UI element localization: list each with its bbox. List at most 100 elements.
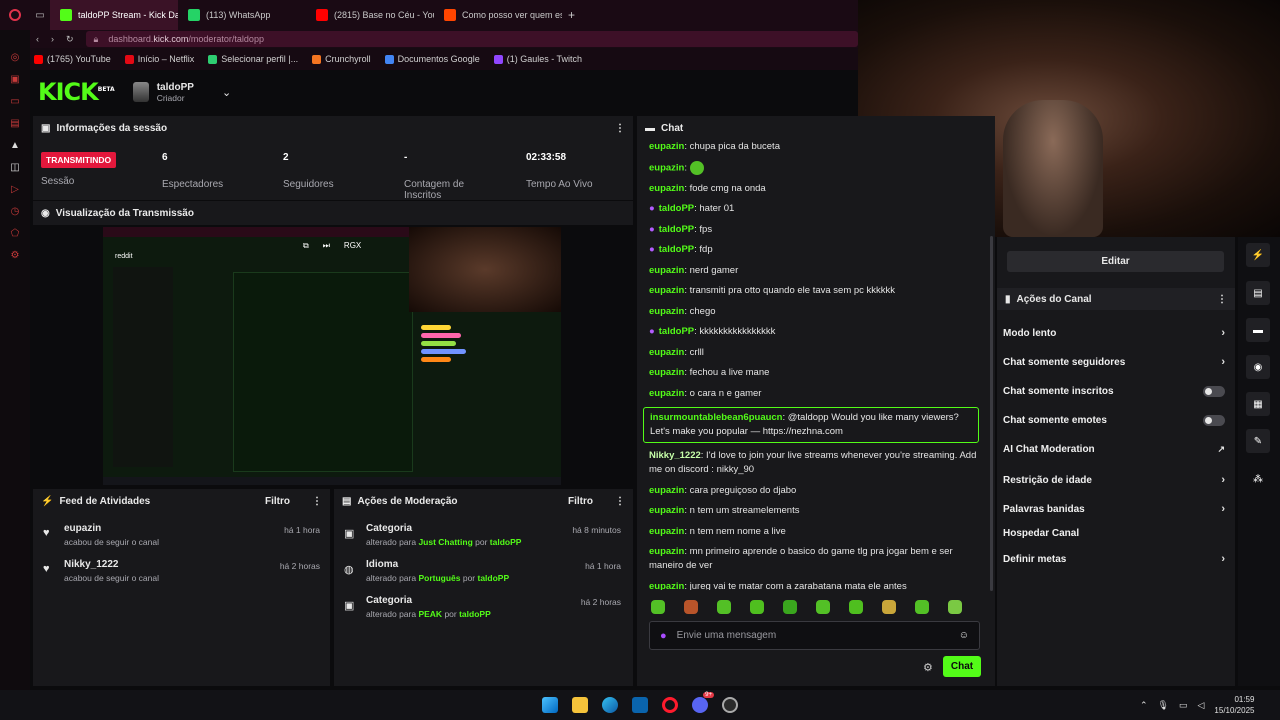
kick-logo[interactable]: KICKBETA — [38, 78, 115, 106]
microphone-icon[interactable]: ● — [660, 630, 667, 642]
chat-username[interactable]: eupazin — [649, 505, 684, 516]
back-icon[interactable]: ‹ — [36, 34, 39, 44]
emote-icon[interactable] — [948, 600, 962, 614]
emote-icon[interactable] — [882, 600, 896, 614]
send-chat-button[interactable]: Chat — [943, 656, 981, 677]
channel-action-item[interactable]: Definir metas › — [1003, 553, 1225, 565]
chat-tool-icon[interactable]: ▬ — [1246, 318, 1270, 342]
emote-icon[interactable] — [783, 600, 797, 614]
more-options-icon[interactable]: ⋮ — [615, 123, 625, 134]
chat-username[interactable]: Nikky_1222 — [649, 450, 701, 461]
emote-icon[interactable] — [684, 600, 698, 614]
emote-icon[interactable] — [849, 600, 863, 614]
channel-action-item[interactable]: Modo lento › — [1003, 327, 1225, 339]
chat-username[interactable]: eupazin — [649, 526, 684, 537]
chat-username[interactable]: eupazin — [649, 141, 684, 152]
toggle-switch[interactable] — [1203, 386, 1225, 397]
emote-icon[interactable] — [717, 600, 731, 614]
modaction-by[interactable]: taldoPP — [478, 573, 510, 583]
skip-icon[interactable]: ⏭ — [323, 241, 330, 251]
more-options-icon[interactable]: ⋮ — [615, 496, 625, 507]
chat-username[interactable]: eupazin — [649, 285, 684, 296]
chat-username[interactable]: eupazin — [649, 265, 684, 276]
chevron-up-icon[interactable]: ⌃ — [1140, 700, 1148, 711]
chat-scrollbar[interactable] — [990, 236, 993, 591]
channel-action-item[interactable]: Restrição de idade › — [1003, 474, 1225, 486]
chat-username[interactable]: eupazin — [649, 306, 684, 317]
messenger-icon[interactable]: ◎ — [9, 52, 21, 64]
chat-username[interactable]: taldoPP — [659, 326, 694, 337]
modaction-by[interactable]: taldoPP — [490, 537, 522, 547]
feed-user[interactable]: Nikky_1222 — [64, 559, 119, 570]
channel-action-item[interactable]: AI Chat Moderation ↗ — [1003, 444, 1225, 455]
channel-action-item[interactable]: Hospedar Canal — [1003, 528, 1225, 539]
browser-tab[interactable]: Como posso ver quem es — [434, 0, 562, 30]
music-icon[interactable]: ▤ — [9, 118, 21, 130]
layout-tool-icon[interactable]: ▦ — [1246, 392, 1270, 416]
new-tab-button[interactable]: + — [562, 8, 575, 22]
edit-button[interactable]: Editar — [1007, 251, 1224, 272]
tv-icon[interactable]: ▭ — [9, 96, 21, 108]
modactions-filter-button[interactable]: Filtro — [568, 496, 593, 507]
pip-icon[interactable]: ⧉ — [303, 241, 309, 251]
grid-tool-icon[interactable]: ⁂ — [1246, 467, 1270, 491]
bookmark-item[interactable]: Selecionar perfil |... — [208, 54, 298, 64]
chat-username[interactable]: eupazin — [649, 347, 684, 358]
document-tool-icon[interactable]: ▤ — [1246, 281, 1270, 305]
chat-username[interactable]: taldoPP — [659, 224, 694, 235]
browser-tab[interactable]: (113) WhatsApp — [178, 0, 306, 30]
wrench-tool-icon[interactable]: ✎ — [1246, 429, 1270, 453]
more-options-icon[interactable]: ⋮ — [312, 496, 322, 507]
opera-icon[interactable] — [662, 697, 678, 713]
steam-icon[interactable] — [722, 697, 738, 713]
broadcast-tool-icon[interactable]: ◉ — [1246, 355, 1270, 379]
forward-icon[interactable]: › — [51, 34, 54, 44]
channel-action-item[interactable]: Chat somente emotes — [1003, 415, 1225, 426]
bookmark-item[interactable]: (1) Gaules - Twitch — [493, 54, 582, 64]
chat-username[interactable]: eupazin — [649, 367, 684, 378]
feed-filter-button[interactable]: Filtro — [265, 496, 290, 507]
channel-action-item[interactable]: Chat somente inscritos — [1003, 386, 1225, 397]
channel-switcher[interactable]: taldoPP Criador ⌄ — [132, 82, 231, 103]
chat-username[interactable]: eupazin — [649, 388, 684, 399]
chat-username[interactable]: taldoPP — [659, 244, 694, 255]
chat-input[interactable]: ● Envie uma mensagem ☺ — [649, 621, 980, 650]
player-icon[interactable]: ▷ — [9, 184, 21, 196]
bookmark-item[interactable]: Início – Netflix — [124, 54, 194, 64]
chat-username[interactable]: eupazin — [649, 581, 684, 590]
chat-username[interactable]: eupazin — [649, 183, 684, 194]
browser-tab[interactable]: taldoPP Stream - Kick Da — [50, 0, 178, 30]
file-explorer-icon[interactable] — [572, 697, 588, 713]
chat-username[interactable]: eupazin — [649, 162, 684, 173]
settings-icon[interactable]: ⚙ — [9, 250, 21, 262]
emoji-icon[interactable]: ☺ — [959, 630, 969, 641]
discord-icon[interactable]: 9+ — [692, 692, 714, 713]
emote-icon[interactable] — [651, 600, 665, 614]
browser-tab[interactable]: (2815) Base no Céu - You — [306, 0, 434, 30]
start-icon[interactable] — [542, 697, 558, 713]
clock[interactable]: 01:59 15/10/2025 — [1214, 694, 1254, 716]
history-icon[interactable]: ◷ — [9, 206, 21, 218]
emote-icon[interactable] — [915, 600, 929, 614]
instagram-icon[interactable]: ▣ — [9, 74, 21, 86]
chat-username[interactable]: eupazin — [649, 546, 684, 557]
outlook-icon[interactable] — [632, 697, 648, 713]
bookmark-item[interactable]: Crunchyroll — [312, 54, 371, 64]
channel-action-item[interactable]: Chat somente seguidores › — [1003, 356, 1225, 368]
network-icon[interactable]: ▭ — [1179, 700, 1188, 711]
extensions-icon[interactable]: ◫ — [9, 162, 21, 174]
emote-icon[interactable] — [816, 600, 830, 614]
chat-username[interactable]: taldoPP — [659, 203, 694, 214]
modaction-by[interactable]: taldoPP — [459, 609, 491, 619]
toggle-switch[interactable] — [1203, 415, 1225, 426]
url-field[interactable]: 🔒︎ dashboard.kick.com/moderator/taldopp — [85, 31, 858, 47]
edge-icon[interactable] — [602, 697, 618, 713]
channel-action-item[interactable]: Palavras banidas › — [1003, 503, 1225, 515]
chat-settings-icon[interactable]: ⚙ — [923, 661, 933, 674]
pin-icon[interactable]: ⬠ — [9, 228, 21, 240]
microphone-icon[interactable]: 🎙︎ — [1158, 700, 1169, 711]
emote-icon[interactable] — [750, 600, 764, 614]
chat-username[interactable]: insurmountablebean6puaucn — [650, 412, 783, 423]
feed-user[interactable]: eupazin — [64, 523, 101, 534]
chat-username[interactable]: eupazin — [649, 485, 684, 496]
